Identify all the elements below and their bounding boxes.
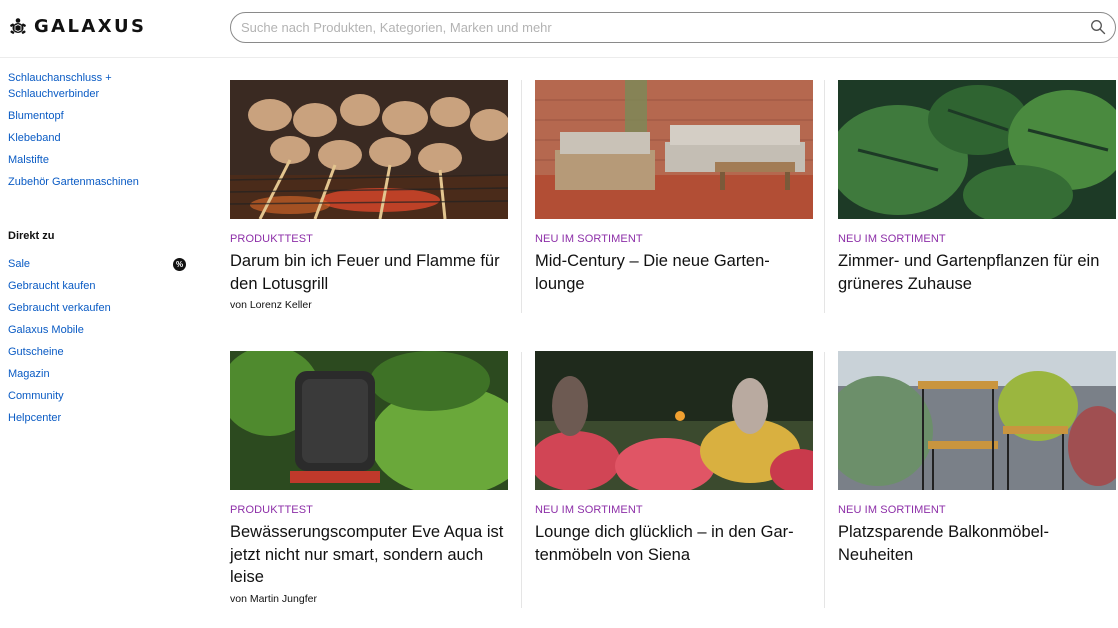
column-divider (824, 352, 825, 608)
sidebar-link-sale[interactable]: Sale (8, 256, 30, 272)
percent-icon: % (173, 258, 186, 271)
article-tag: NEU IM SORTIMENT (838, 233, 946, 245)
article-card-eve-aqua[interactable]: PRODUKTTEST Bewässerungscomputer Eve Aqu… (230, 351, 510, 605)
sidebar-link-magazin[interactable]: Magazin (8, 366, 50, 382)
search-input[interactable] (241, 13, 1081, 42)
column-divider (824, 80, 825, 313)
turtle-logo-icon (10, 17, 26, 34)
column-divider (521, 352, 522, 608)
search-bar (230, 12, 1116, 43)
article-tag: NEU IM SORTIMENT (535, 233, 643, 245)
sidebar-category-klebeband[interactable]: Klebeband (8, 130, 61, 146)
article-card-siena-lounge[interactable]: NEU IM SORTIMENT Lounge dich glücklich –… (535, 351, 815, 566)
sidebar-category-schlauchanschluss[interactable]: Schlauchanschluss + Schlauchverbinder (8, 70, 158, 102)
article-title[interactable]: Darum bin ich Feuer und Flamme für den L… (230, 250, 512, 295)
article-title[interactable]: Zimmer- und Gartenpflanzen für ein grüne… (838, 250, 1118, 295)
article-image[interactable] (535, 80, 813, 219)
galaxus-logo[interactable]: GALAXUS (8, 16, 146, 37)
sidebar-link-helpcenter[interactable]: Helpcenter (8, 410, 61, 426)
article-title[interactable]: Bewässerungscomputer Eve Aqua ist jetzt … (230, 521, 512, 589)
article-image[interactable] (230, 80, 508, 219)
sidebar-category-zubehoer-gartenmaschinen[interactable]: Zubehör Gartenmaschinen (8, 174, 139, 190)
sidebar-link-galaxus-mobile[interactable]: Galaxus Mobile (8, 322, 84, 338)
article-image[interactable] (838, 80, 1116, 219)
article-image[interactable] (535, 351, 813, 490)
sidebar-link-community[interactable]: Community (8, 388, 64, 404)
article-author: von Martin Jungfer (230, 592, 317, 605)
article-tag: PRODUKTTEST (230, 233, 313, 245)
article-image[interactable] (838, 351, 1116, 490)
article-card-pflanzen[interactable]: NEU IM SORTIMENT Zimmer- und Gartenpflan… (838, 80, 1118, 295)
article-author: von Lorenz Keller (230, 299, 312, 311)
article-tag: NEU IM SORTIMENT (535, 504, 643, 516)
top-header: GALAXUS (0, 0, 1118, 58)
sidebar: Bewässerung Schlauchanschluss + Schlauch… (0, 50, 200, 628)
article-image[interactable] (230, 351, 508, 490)
article-card-lotusgrill[interactable]: PRODUKTTEST Darum bin ich Feuer und Flam… (230, 80, 510, 311)
direct-links-heading: Direkt zu (8, 230, 55, 242)
article-title[interactable]: Platzsparende Balkonmöbel-Neuheiten (838, 521, 1118, 566)
article-tag: PRODUKTTEST (230, 504, 313, 516)
brand-name: GALAXUS (34, 16, 147, 37)
sidebar-link-gebraucht-kaufen[interactable]: Gebraucht kaufen (8, 278, 95, 294)
article-title[interactable]: Lounge dich glücklich – in den Gar-tenmö… (535, 521, 817, 566)
article-tag: NEU IM SORTIMENT (838, 504, 946, 516)
sidebar-link-gutscheine[interactable]: Gutscheine (8, 344, 64, 360)
article-card-balkonmoebel[interactable]: NEU IM SORTIMENT Platzsparende Balkonmöb… (838, 351, 1118, 566)
article-card-mid-century[interactable]: NEU IM SORTIMENT Mid-Century – Die neue … (535, 80, 815, 295)
sidebar-category-blumentopf[interactable]: Blumentopf (8, 108, 64, 124)
sidebar-link-gebraucht-verkaufen[interactable]: Gebraucht verkaufen (8, 300, 111, 316)
sidebar-category-malstifte[interactable]: Malstifte (8, 152, 49, 168)
column-divider (521, 80, 522, 313)
article-title[interactable]: Mid-Century – Die neue Garten-lounge (535, 250, 817, 295)
search-icon[interactable] (1090, 19, 1106, 35)
